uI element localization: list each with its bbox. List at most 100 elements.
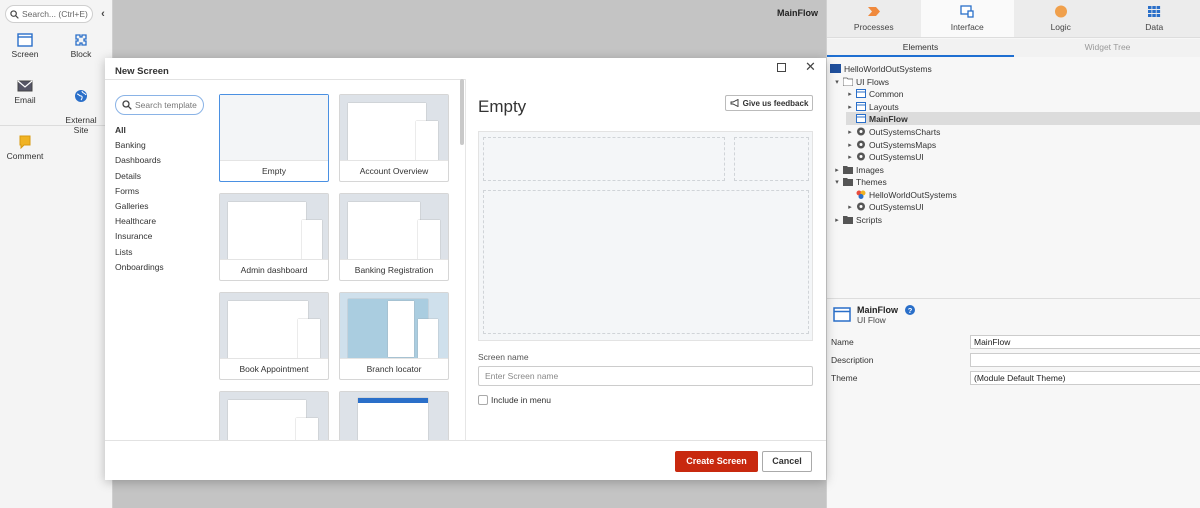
- tree-common[interactable]: ▸ Common: [846, 87, 903, 100]
- category-lists[interactable]: Lists: [115, 247, 205, 262]
- help-icon[interactable]: ?: [905, 305, 915, 315]
- interface-icon: [960, 5, 974, 18]
- tree-label: Layouts: [869, 101, 899, 112]
- template-search-input[interactable]: Search template: [115, 95, 204, 115]
- tab-data[interactable]: Data: [1108, 0, 1200, 37]
- tree-mainflow[interactable]: MainFlow: [846, 112, 1200, 125]
- screen-name-label: Screen name: [478, 352, 529, 362]
- template-card[interactable]: [219, 391, 329, 440]
- collapse-toolbox-button[interactable]: ‹: [97, 7, 109, 21]
- expanded-arrow-icon[interactable]: ▾: [833, 78, 841, 86]
- tree-label: Themes: [856, 176, 887, 187]
- tree-module[interactable]: HelloWorldOutSystems: [830, 62, 932, 75]
- give-feedback-button[interactable]: Give us feedback: [725, 95, 813, 111]
- category-banking[interactable]: Banking: [115, 140, 205, 155]
- processes-icon: [867, 7, 880, 16]
- tree-label: OutSystemsUI: [869, 201, 924, 212]
- svg-text:?: ?: [908, 306, 913, 315]
- template-thumbnail: [220, 95, 328, 161]
- tree-outsystemsui[interactable]: ▸ OutSystemsUI: [846, 150, 924, 163]
- collapsed-arrow-icon[interactable]: ▸: [846, 141, 854, 149]
- folder-icon: [843, 77, 853, 86]
- collapsed-arrow-icon[interactable]: ▸: [846, 103, 854, 111]
- collapsed-arrow-icon[interactable]: ▸: [846, 153, 854, 161]
- create-screen-button[interactable]: Create Screen: [675, 451, 758, 472]
- tree-label: Common: [869, 88, 904, 99]
- subtab-elements[interactable]: Elements: [827, 39, 1014, 57]
- block-icon: [75, 34, 87, 46]
- category-forms[interactable]: Forms: [115, 186, 205, 201]
- dialog-footer: Create Screen Cancel: [105, 440, 826, 480]
- reference-icon: [857, 140, 865, 149]
- template-card-account-overview[interactable]: Account Overview: [339, 94, 449, 182]
- placeholder-main-header: [483, 137, 725, 181]
- maximize-icon[interactable]: [777, 63, 786, 72]
- template-label: Admin dashboard: [220, 259, 328, 280]
- property-name: Name MainFlow: [831, 334, 1200, 350]
- tab-interface[interactable]: Interface: [920, 0, 1014, 37]
- template-label: Account Overview: [340, 160, 448, 181]
- properties-panel: MainFlow ? UI Flow Name MainFlow Descrip…: [827, 298, 1200, 508]
- template-thumbnail: [220, 293, 328, 359]
- category-all[interactable]: All: [115, 125, 205, 140]
- tab-logic-label: Logic: [1050, 22, 1071, 32]
- toolbox-block[interactable]: Block: [56, 33, 106, 59]
- template-card-banking-registration[interactable]: Banking Registration: [339, 193, 449, 281]
- category-details[interactable]: Details: [115, 171, 205, 186]
- toolbox-screen[interactable]: Screen: [0, 33, 50, 59]
- category-healthcare[interactable]: Healthcare: [115, 216, 205, 231]
- toolbox-search-placeholder: Search... (Ctrl+E): [22, 9, 88, 19]
- include-in-menu-checkbox[interactable]: [478, 395, 488, 405]
- toolbox-screen-label: Screen: [11, 49, 39, 59]
- category-galleries[interactable]: Galleries: [115, 201, 205, 216]
- tree-theme-outsystemsui[interactable]: ▸ OutSystemsUI: [846, 200, 924, 213]
- property-description-value[interactable]: [970, 353, 1200, 367]
- include-in-menu[interactable]: Include in menu: [478, 395, 551, 405]
- tab-processes[interactable]: Processes: [827, 0, 921, 37]
- dialog-header: New Screen ✕: [105, 58, 826, 80]
- property-theme-value[interactable]: (Module Default Theme): [970, 371, 1200, 385]
- collapsed-arrow-icon[interactable]: ▸: [833, 166, 841, 174]
- toolbox-external-site[interactable]: External Site: [56, 79, 106, 135]
- tree-scripts[interactable]: ▸ Scripts: [833, 213, 882, 226]
- placeholder-side-header: [734, 137, 809, 181]
- template-label: Branch locator: [340, 358, 448, 379]
- collapsed-arrow-icon[interactable]: ▸: [846, 203, 854, 211]
- expanded-arrow-icon[interactable]: ▾: [833, 178, 841, 186]
- collapsed-arrow-icon[interactable]: ▸: [846, 90, 854, 98]
- screen-icon: [17, 33, 33, 47]
- tree-label: OutSystemsMaps: [869, 139, 937, 150]
- toolbox-block-label: Block: [70, 49, 92, 59]
- category-dashboards[interactable]: Dashboards: [115, 155, 205, 170]
- comment-icon: [19, 135, 31, 149]
- cancel-button[interactable]: Cancel: [762, 451, 812, 472]
- category-insurance[interactable]: Insurance: [115, 231, 205, 246]
- close-icon[interactable]: ✕: [805, 59, 816, 75]
- properties-title: MainFlow: [857, 305, 898, 315]
- collapsed-arrow-icon[interactable]: ▸: [846, 128, 854, 136]
- template-card-branch-locator[interactable]: Branch locator: [339, 292, 449, 380]
- property-theme: Theme (Module Default Theme): [831, 370, 1200, 386]
- tree-themes[interactable]: ▾ Themes: [833, 175, 887, 188]
- tab-logic[interactable]: Logic: [1014, 0, 1108, 37]
- toolbox-search[interactable]: Search... (Ctrl+E): [5, 5, 93, 23]
- subtab-widget-tree[interactable]: Widget Tree: [1014, 39, 1200, 57]
- preview-frame: [478, 131, 813, 341]
- flow-icon: [833, 307, 851, 322]
- toolbox-email[interactable]: Email: [0, 79, 50, 105]
- toolbox-comment[interactable]: Comment: [0, 135, 50, 161]
- template-card-book-appointment[interactable]: Book Appointment: [219, 292, 329, 380]
- screen-name-input[interactable]: Enter Screen name: [478, 366, 813, 386]
- panel-subtabs: Elements Widget Tree: [827, 39, 1200, 57]
- gallery-scrollbar[interactable]: [460, 79, 464, 145]
- template-label: Book Appointment: [220, 358, 328, 379]
- template-card-admin-dashboard[interactable]: Admin dashboard: [219, 193, 329, 281]
- property-name-value[interactable]: MainFlow: [970, 335, 1200, 349]
- data-icon: [1148, 6, 1161, 17]
- template-card[interactable]: [339, 391, 449, 440]
- tree-outsystemscharts[interactable]: ▸ OutSystemsCharts: [846, 125, 940, 138]
- template-card-empty[interactable]: Empty: [219, 94, 329, 182]
- collapsed-arrow-icon[interactable]: ▸: [833, 216, 841, 224]
- tree-label: HelloWorldOutSystems: [869, 189, 957, 200]
- category-onboardings[interactable]: Onboardings: [115, 262, 205, 277]
